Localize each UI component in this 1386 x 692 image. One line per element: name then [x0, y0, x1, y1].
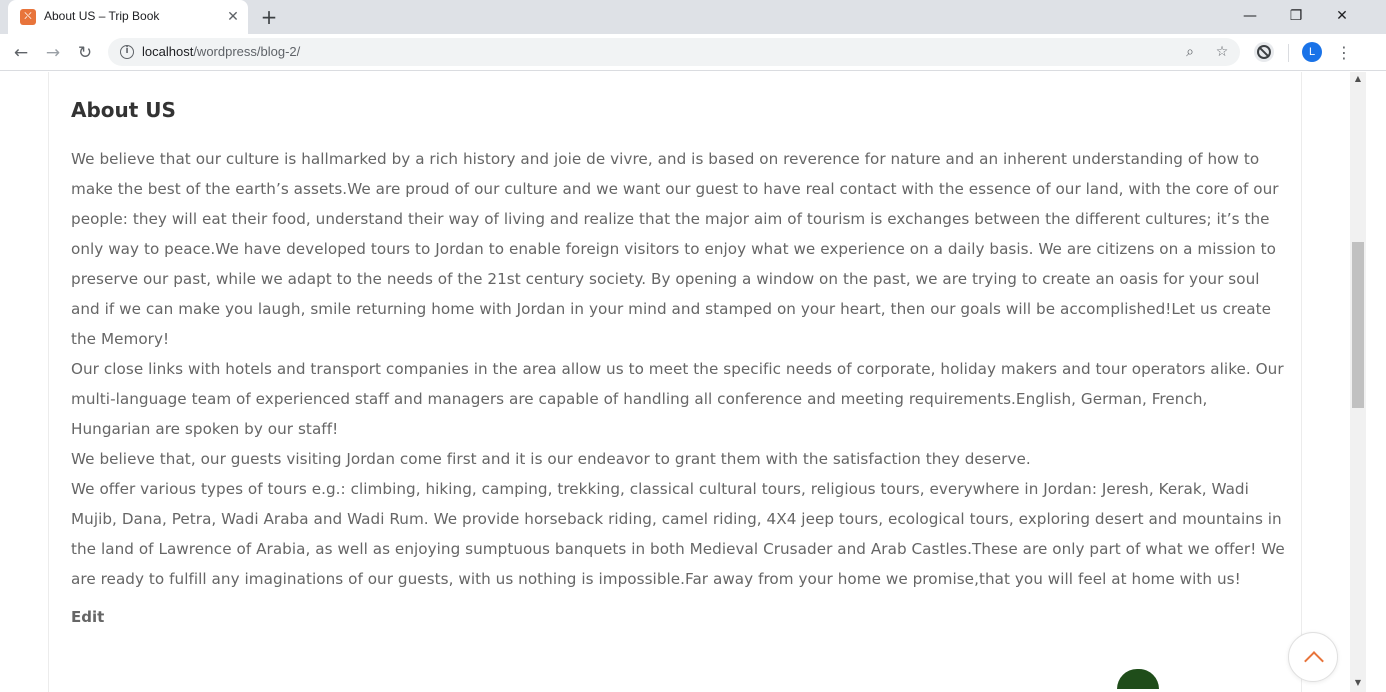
paragraph: We believe that, our guests visiting Jor… [71, 450, 1031, 468]
edit-link[interactable]: Edit [71, 608, 104, 626]
info-icon[interactable]: i [120, 45, 134, 59]
vertical-scrollbar[interactable]: ▲ ▼ [1350, 72, 1366, 692]
restore-button[interactable]: ❐ [1282, 4, 1310, 28]
reload-icon[interactable]: ↻ [72, 40, 98, 66]
toolbar-divider [1288, 44, 1289, 62]
url-host: localhost [142, 44, 194, 59]
block-icon[interactable] [1254, 42, 1274, 62]
paragraph: Our close links with hotels and transpor… [71, 360, 1284, 438]
xampp-icon: ⛌ [20, 9, 36, 25]
scroll-up-arrow-icon[interactable]: ▲ [1350, 72, 1366, 86]
url-path: /wordpress/blog-2/ [193, 44, 301, 59]
close-tab-icon[interactable]: ✕ [224, 8, 242, 26]
zoom-icon[interactable]: ⌕ [1180, 42, 1200, 62]
close-window-button[interactable]: ✕ [1328, 4, 1356, 28]
tree-image [1117, 669, 1159, 689]
url-text[interactable]: localhost/wordpress/blog-2/ [142, 44, 300, 59]
minimize-button[interactable]: — [1236, 4, 1264, 28]
article-content: We believe that our culture is hallmarke… [71, 144, 1286, 594]
tab-title: About US – Trip Book [44, 9, 160, 23]
page-viewport: About US We believe that our culture is … [0, 72, 1350, 692]
browser-tab[interactable]: ⛌ About US – Trip Book ✕ [8, 0, 248, 34]
avatar[interactable]: L [1302, 42, 1322, 62]
forward-arrow-icon[interactable]: → [40, 40, 66, 66]
star-icon[interactable]: ☆ [1212, 42, 1232, 62]
browser-toolbar: ← → ↻ i localhost/wordpress/blog-2/ ⌕ ☆ … [0, 34, 1386, 71]
address-bar[interactable]: i localhost/wordpress/blog-2/ ⌕ ☆ [108, 38, 1240, 66]
paragraph: We offer various types of tours e.g.: cl… [71, 480, 1285, 588]
back-arrow-icon[interactable]: ← [8, 40, 34, 66]
scroll-down-arrow-icon[interactable]: ▼ [1350, 676, 1366, 690]
page-title: About US [71, 98, 176, 122]
article-card: About US We believe that our culture is … [48, 72, 1302, 692]
scroll-to-top-button[interactable] [1288, 632, 1338, 682]
paragraph: We believe that our culture is hallmarke… [71, 150, 1279, 348]
more-vert-icon[interactable]: ⋮ [1334, 40, 1354, 66]
scrollbar-thumb[interactable] [1352, 242, 1364, 408]
new-tab-button[interactable]: + [258, 6, 280, 28]
tab-strip: ⛌ About US – Trip Book ✕ + — ❐ ✕ [0, 0, 1386, 34]
